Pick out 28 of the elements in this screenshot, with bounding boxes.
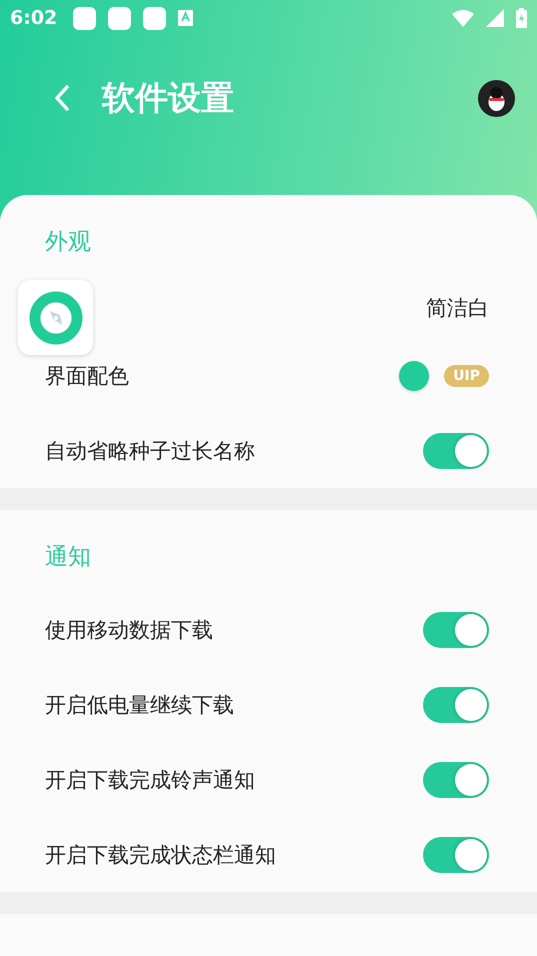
setting-label: 界面配色 xyxy=(45,363,129,390)
toggle-switch[interactable] xyxy=(423,836,489,872)
setting-label: 自动省略种子过长名称 xyxy=(45,438,255,465)
notification-icon xyxy=(143,6,166,30)
status-time: 6:02 xyxy=(10,7,58,29)
setting-label: 开启低电量继续下载 xyxy=(45,692,234,718)
toggle-switch[interactable] xyxy=(423,433,489,469)
setting-label: 使用移动数据下载 xyxy=(45,616,213,644)
wifi-icon xyxy=(452,9,474,27)
notification-icon xyxy=(108,6,132,30)
vip-badge: UIP xyxy=(444,365,489,387)
signal-icon xyxy=(486,9,504,27)
section-title: 通知 xyxy=(44,543,92,572)
avatar-icon[interactable] xyxy=(478,80,515,116)
setting-label: 开启下载完成铃声通知 xyxy=(45,766,255,794)
toggle-switch[interactable] xyxy=(423,686,489,722)
section-title: 外观 xyxy=(44,228,92,257)
notification-icon xyxy=(73,6,96,30)
back-icon xyxy=(54,84,70,112)
battery-icon xyxy=(516,8,527,28)
compass-icon xyxy=(28,290,82,344)
page-title: 软件设置 xyxy=(102,76,235,118)
floating-app-button[interactable] xyxy=(18,280,93,355)
setting-label: 开启下载完成状态栏通知 xyxy=(45,842,276,868)
toggle-switch[interactable] xyxy=(423,762,489,798)
keyboard-icon xyxy=(178,10,194,26)
toggle-switch[interactable] xyxy=(423,612,489,648)
color-scheme-value: 简洁白 xyxy=(426,295,489,322)
